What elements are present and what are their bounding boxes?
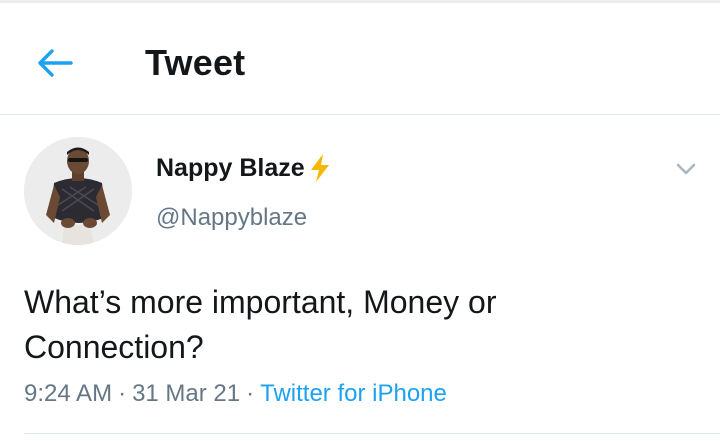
author-name[interactable]: Nappy Blaze — [156, 152, 305, 184]
header-divider — [0, 114, 720, 115]
page-title: Tweet — [145, 42, 246, 83]
tweet-time: 9:24 AM — [24, 380, 113, 407]
back-button[interactable] — [30, 41, 80, 85]
author-row: Nappy Blaze — [156, 152, 332, 184]
avatar-photo — [24, 137, 132, 245]
tweet-meta: 9:24 AM · 31 Mar 21 · Twitter for iPhone — [24, 377, 447, 411]
header-bar: Tweet — [0, 3, 720, 114]
tweet-source-link[interactable]: Twitter for iPhone — [260, 380, 447, 407]
avatar[interactable] — [24, 137, 132, 245]
tweet-divider — [24, 433, 720, 434]
chevron-down-icon[interactable] — [672, 156, 700, 182]
meta-separator: · — [246, 380, 255, 407]
tweet-text: What’s more important, Money or Connecti… — [24, 284, 497, 365]
author-handle[interactable]: @Nappyblaze — [156, 202, 307, 234]
lightning-bolt-icon — [310, 154, 329, 182]
tweet-date: 31 Mar 21 — [132, 380, 241, 407]
arrow-left-icon — [38, 49, 73, 77]
meta-separator: · — [118, 380, 127, 407]
